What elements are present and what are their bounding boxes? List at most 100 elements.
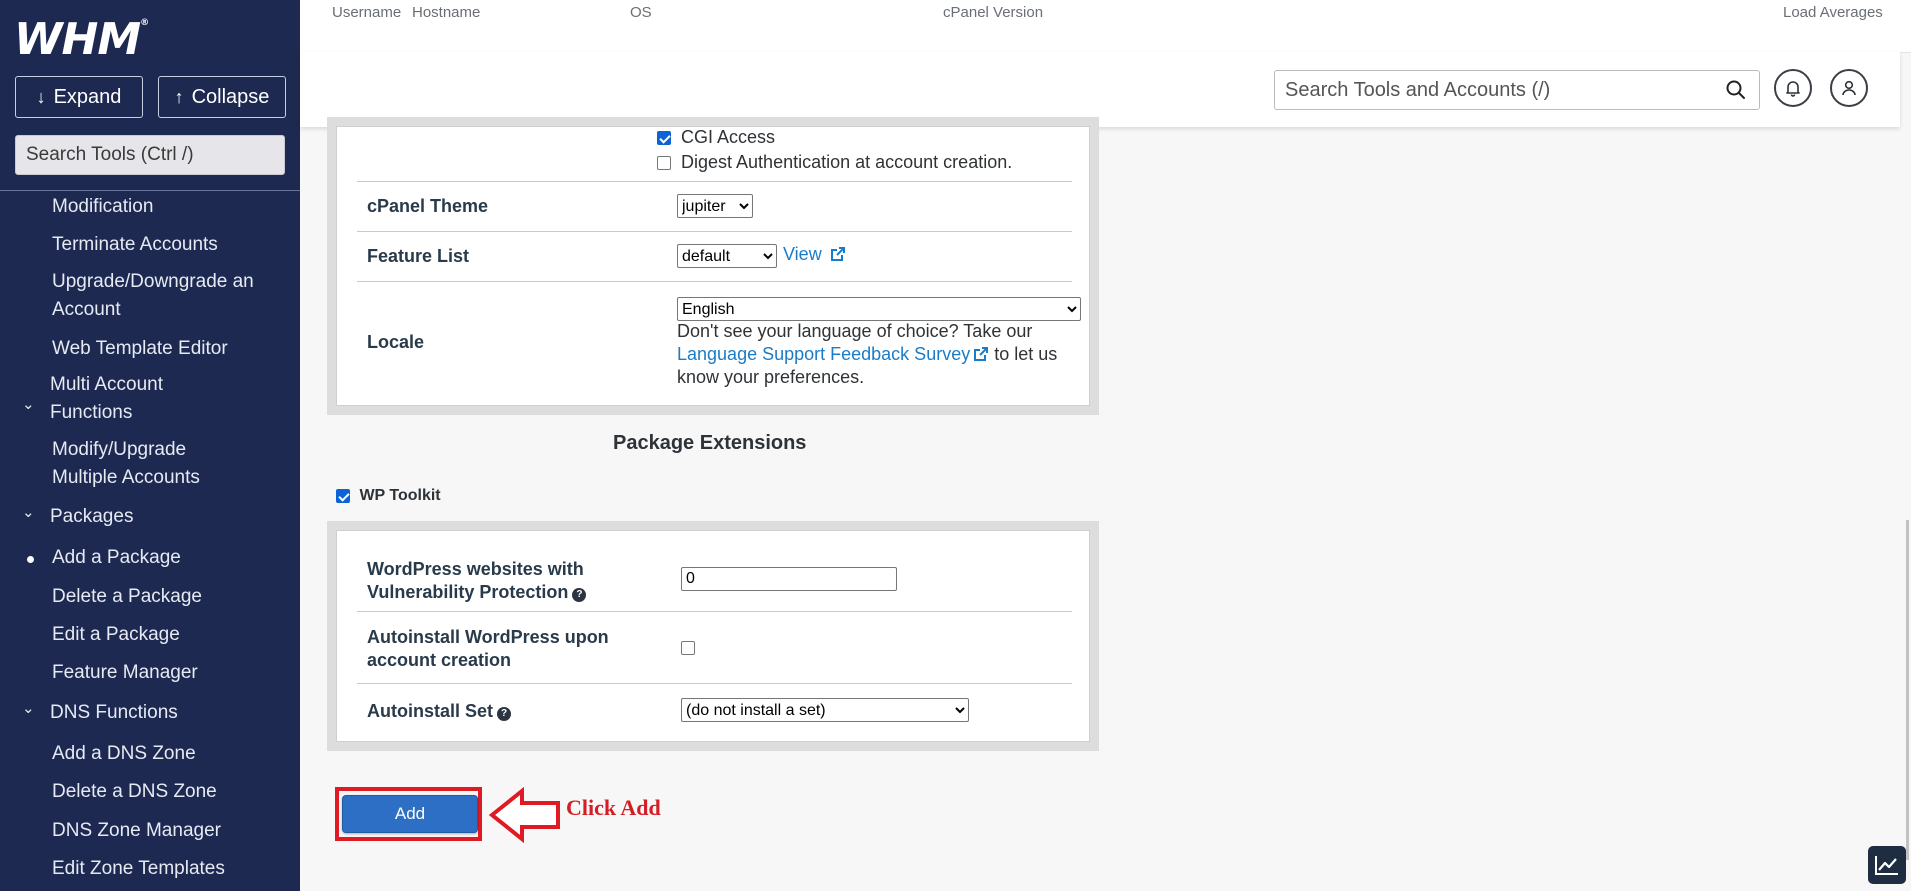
annotation-arrow-icon (488, 787, 560, 843)
info-username-header: Username (332, 4, 402, 21)
sidebar-item-label: Web Template Editor (52, 338, 228, 359)
external-link-icon (974, 347, 989, 361)
info-load-averages-header: Load Averages (1783, 4, 1883, 21)
collapse-button[interactable]: ↑ Collapse (158, 76, 286, 118)
sidebar-search-input[interactable] (15, 135, 285, 175)
autoinstall-row: Autoinstall WordPress upon account creat… (357, 611, 1072, 684)
sidebar-item-delete-a-package[interactable]: Delete a Package (52, 583, 292, 611)
sidebar-item-add-a-package[interactable]: Add a Package (27, 544, 292, 572)
collapse-label: Collapse (191, 85, 270, 108)
sidebar-item-label: Feature Manager (52, 662, 198, 683)
sidebar-item-delete-dns-zone[interactable]: Delete a DNS Zone (52, 778, 292, 806)
table-row (357, 127, 1072, 182)
survey-link-label: Language Support Feedback Survey (677, 344, 971, 364)
user-menu-button[interactable] (1830, 69, 1868, 107)
label-line1: WordPress websites with (367, 559, 584, 579)
search-icon[interactable] (1725, 79, 1747, 101)
info-cpanel-version-header: cPanel Version (943, 4, 1044, 21)
sidebar-item-label: Add a Package (52, 547, 181, 568)
whm-logo[interactable]: WHM® (14, 14, 149, 65)
sidebar-item-label: Delete a Package (52, 586, 202, 607)
package-settings-table: CGI Access Digest Authentication at acco… (336, 126, 1090, 406)
page-scrollbar[interactable] (1906, 520, 1909, 860)
autoinstall-set-label: Autoinstall Set? (367, 700, 512, 723)
sidebar-group-label: DNS Functions (50, 702, 178, 723)
autoinstall-set-select[interactable]: (do not install a set) (681, 698, 969, 722)
sidebar-group-label: Packages (50, 506, 134, 527)
external-link-icon (830, 247, 845, 261)
sidebar-item-terminate-accounts[interactable]: Terminate Accounts (52, 231, 292, 259)
feature-list-row: Feature List default View (357, 231, 1072, 282)
sidebar-item-edit-zone-templates[interactable]: Edit Zone Templates (52, 855, 292, 883)
sidebar-item-label: Upgrade/Downgrade an Account (52, 271, 254, 320)
vuln-protection-row: WordPress websites with Vulnerability Pr… (357, 541, 1072, 612)
global-search-input[interactable] (1274, 70, 1760, 110)
sidebar-item-label: Delete a DNS Zone (52, 781, 217, 802)
sidebar-item-upgrade-downgrade[interactable]: Upgrade/Downgrade an Account (52, 268, 262, 324)
sidebar-item-feature-manager[interactable]: Feature Manager (52, 659, 292, 687)
vuln-protection-input[interactable] (681, 567, 897, 591)
info-os-header: OS (630, 4, 652, 21)
sidebar-item-modify-upgrade-multiple[interactable]: Modify/Upgrade Multiple Accounts (52, 436, 242, 492)
locale-note-text: Don't see your language of choice? Take … (677, 321, 1033, 341)
cpanel-theme-row: cPanel Theme jupiter (357, 181, 1072, 232)
label-line1: Autoinstall WordPress upon (367, 627, 609, 647)
sidebar-item-dns-zone-manager[interactable]: DNS Zone Manager (52, 817, 292, 845)
help-icon[interactable]: ? (497, 707, 512, 721)
cpanel-theme-label: cPanel Theme (367, 196, 489, 216)
autoinstall-label: Autoinstall WordPress upon account creat… (367, 626, 609, 672)
wp-toolkit-toggle-row: WP Toolkit (336, 487, 441, 505)
cpanel-theme-select[interactable]: jupiter (677, 194, 753, 218)
bell-icon (1786, 81, 1800, 97)
sidebar-group-multi-account-functions[interactable]: ⌄ Multi Account Functions (22, 371, 220, 427)
sidebar-group-label: Multi Account Functions (50, 374, 163, 423)
help-icon[interactable]: ? (572, 588, 587, 602)
chevron-down-icon: ⌄ (22, 700, 35, 717)
sidebar-item-add-dns-zone[interactable]: Add a DNS Zone (52, 740, 292, 768)
sidebar-item-label: Add a DNS Zone (52, 743, 196, 764)
sidebar-item-edit-a-package[interactable]: Edit a Package (52, 621, 292, 649)
sidebar-divider (0, 190, 300, 191)
locale-note: Don't see your language of choice? Take … (677, 320, 1077, 389)
label-line2: Vulnerability Protection (367, 582, 569, 602)
expand-button[interactable]: ↓ Expand (15, 76, 143, 118)
arrow-down-icon: ↓ (36, 86, 46, 107)
feature-list-label: Feature List (367, 246, 470, 266)
active-bullet-icon (27, 556, 34, 563)
sidebar-group-dns-functions[interactable]: ⌄ DNS Functions (22, 699, 290, 727)
server-info-bar: Username Hostname OS cPanel Version Load… (300, 0, 1911, 53)
trend-chart-icon (1875, 856, 1898, 875)
sidebar-item-web-template-editor[interactable]: Web Template Editor (52, 335, 292, 363)
wp-toolkit-label: WP Toolkit (359, 487, 441, 504)
sidebar-item-label: DNS Zone Manager (52, 820, 221, 841)
add-package-button[interactable]: Add (342, 795, 478, 833)
label-text: Autoinstall Set (367, 701, 494, 721)
autoinstall-set-row: Autoinstall Set? (do not install a set) (357, 683, 1072, 737)
sidebar-item-label: Edit a Package (52, 624, 180, 645)
feature-list-view-link[interactable]: View (783, 244, 846, 265)
locale-select[interactable]: English (677, 297, 1081, 321)
locale-row: Locale English Don't see your language o… (357, 281, 1081, 395)
notifications-button[interactable] (1774, 69, 1812, 107)
feature-list-select[interactable]: default (677, 244, 777, 268)
sidebar-item-label: Edit Zone Templates (52, 858, 225, 879)
chevron-down-icon: ⌄ (22, 504, 35, 521)
analytics-button[interactable] (1868, 846, 1906, 884)
annotation-callout-text: Click Add (566, 795, 661, 820)
sidebar-item-label: Modification (52, 196, 154, 217)
wp-toolkit-table: WordPress websites with Vulnerability Pr… (336, 530, 1090, 742)
autoinstall-checkbox[interactable] (681, 641, 695, 655)
sidebar-item-label: Modify/Upgrade Multiple Accounts (52, 439, 200, 488)
locale-label: Locale (367, 332, 425, 352)
wp-toolkit-checkbox[interactable] (336, 488, 350, 503)
sidebar-item-label: Terminate Accounts (52, 234, 218, 255)
sidebar-group-packages[interactable]: ⌄ Packages (22, 503, 290, 531)
package-settings-panel: CGI Access Digest Authentication at acco… (327, 117, 1099, 415)
top-header (300, 52, 1900, 127)
language-survey-link[interactable]: Language Support Feedback Survey (677, 344, 989, 364)
wp-toolkit-panel: WordPress websites with Vulnerability Pr… (327, 521, 1099, 751)
vuln-protection-label: WordPress websites with Vulnerability Pr… (367, 558, 587, 604)
sidebar-item-modification[interactable]: Modification (52, 193, 292, 221)
chevron-down-icon: ⌄ (22, 396, 35, 413)
sidebar: WHM® ↓ Expand ↑ Collapse Modification Te… (0, 0, 300, 891)
